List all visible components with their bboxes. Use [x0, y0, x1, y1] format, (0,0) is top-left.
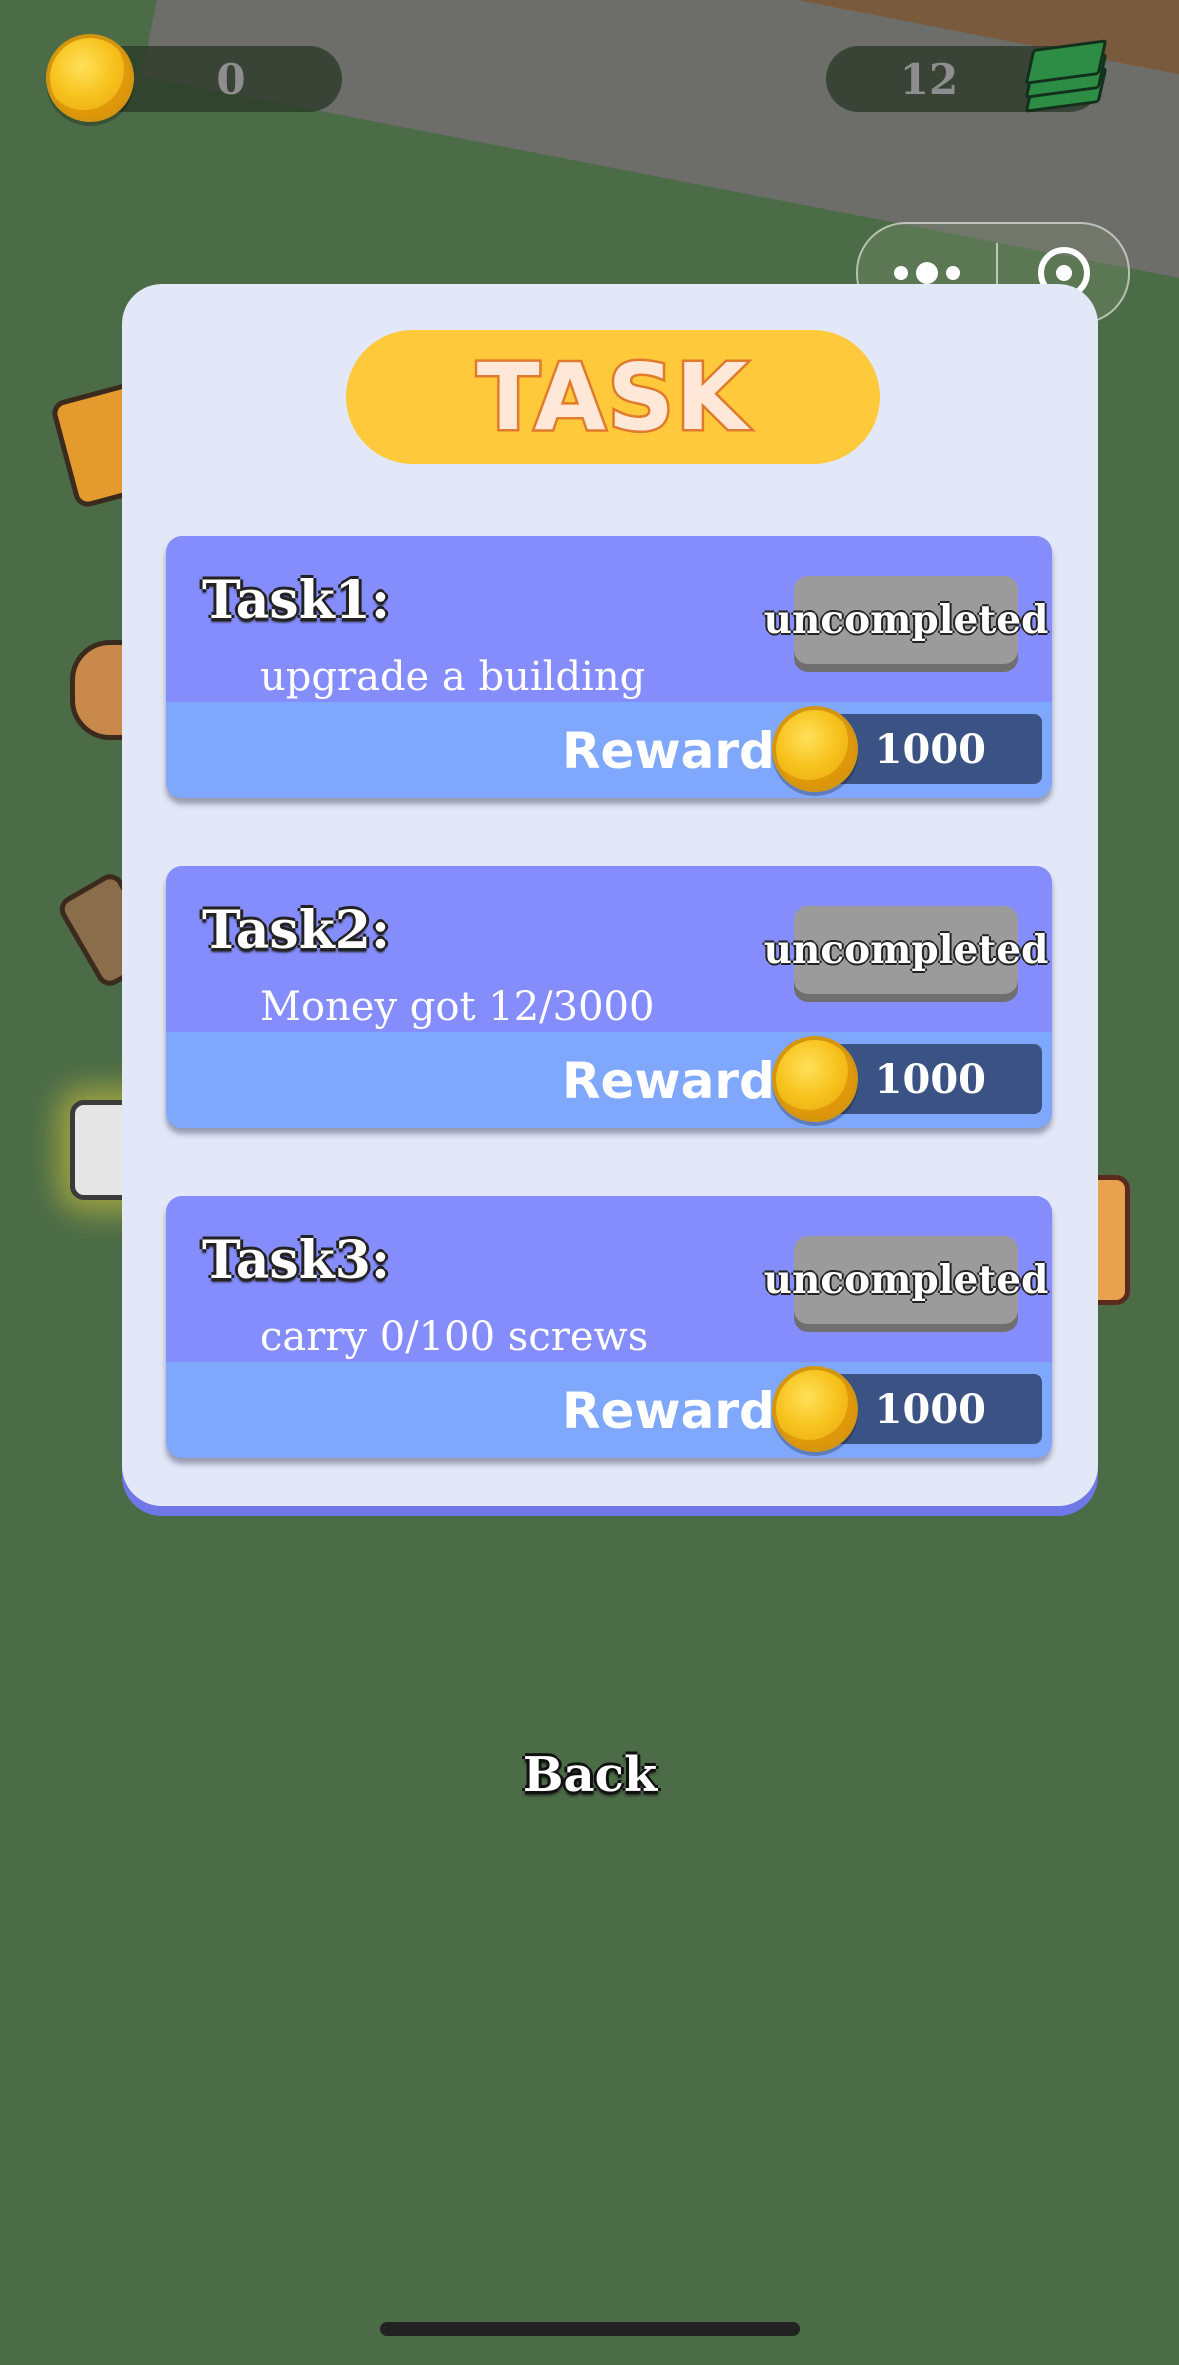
- task-status-button[interactable]: uncompleted: [764, 906, 1048, 994]
- coin-count: 0: [216, 54, 246, 104]
- reward-amount: 1000: [874, 725, 986, 773]
- task-title: Task3:: [202, 1230, 391, 1291]
- gold-coin-icon: [772, 1366, 858, 1452]
- reward-amount: 1000: [874, 1385, 986, 1433]
- task-card-3: Task3: carry 0/100 screws uncompleted Re…: [166, 1196, 1052, 1458]
- task-title: Task2:: [202, 900, 391, 961]
- title-banner: TASK: [346, 330, 880, 464]
- gold-coin-icon: [772, 1036, 858, 1122]
- reward-label: Reward:: [562, 1052, 795, 1110]
- cash-count: 12: [899, 54, 959, 104]
- task-description: carry 0/100 screws: [260, 1314, 649, 1360]
- reward-label: Reward:: [562, 722, 795, 780]
- back-button[interactable]: Back: [500, 1740, 680, 1810]
- task-status-button[interactable]: uncompleted: [764, 1236, 1048, 1324]
- task-title: Task1:: [202, 570, 391, 631]
- task-card-2: Task2: Money got 12/3000 uncompleted Rew…: [166, 866, 1052, 1128]
- task-description: upgrade a building: [260, 654, 646, 700]
- cash-stack-icon: [1024, 36, 1108, 113]
- gold-coin-icon: [772, 706, 858, 792]
- home-indicator: [380, 2322, 800, 2336]
- task-description: Money got 12/3000: [260, 984, 655, 1030]
- more-dots-icon[interactable]: [858, 262, 996, 284]
- task-panel: TASK Task1: upgrade a building uncomplet…: [122, 284, 1098, 1506]
- task-status-button[interactable]: uncompleted: [764, 576, 1048, 664]
- panel-title: TASK: [474, 341, 750, 453]
- gold-coin-icon: [46, 34, 134, 122]
- task-card-1: Task1: upgrade a building uncompleted Re…: [166, 536, 1052, 798]
- reward-label: Reward:: [562, 1382, 795, 1440]
- reward-amount: 1000: [874, 1055, 986, 1103]
